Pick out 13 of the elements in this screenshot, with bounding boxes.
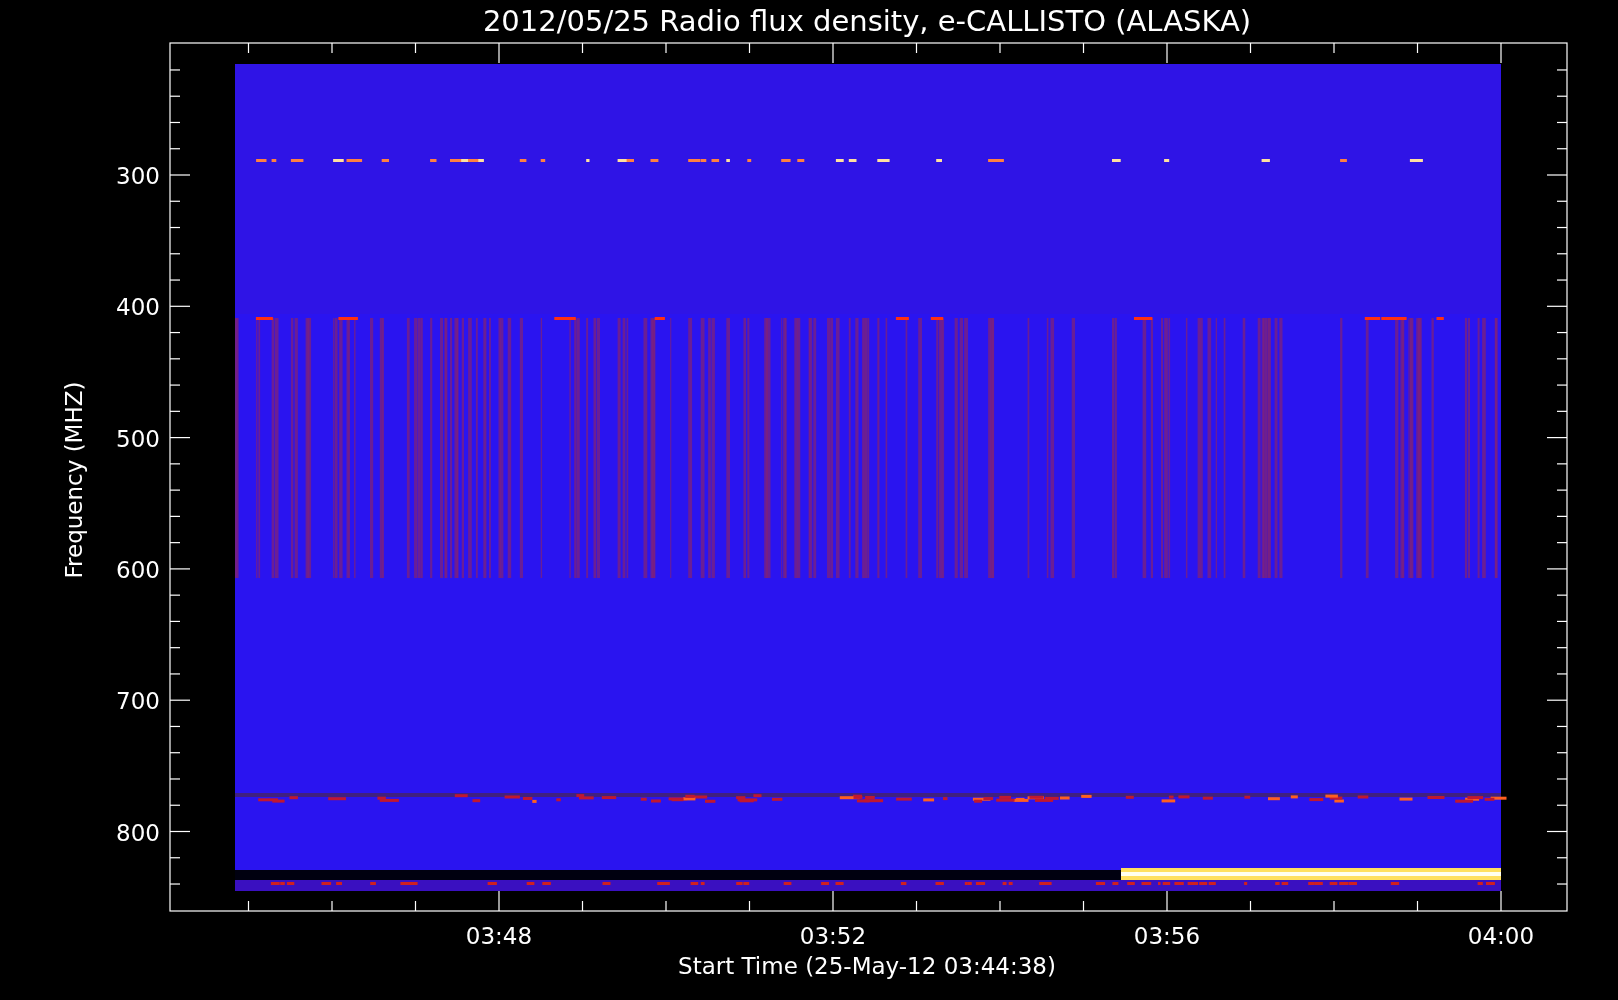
axis-label: Start Time (25-May-12 03:44:38) — [678, 953, 1056, 979]
tick-label: 700 — [116, 688, 160, 715]
tick-label: 03:56 — [1133, 923, 1201, 949]
tick-label: 03:52 — [799, 923, 867, 949]
tick-label: 04:00 — [1467, 923, 1535, 949]
axis-label: Frequency (MHZ) — [61, 381, 87, 579]
plot-title: 2012/05/25 Radio flux density, e-CALLISTO (ALASKA) — [482, 4, 1252, 38]
tick-label: 03:48 — [465, 923, 533, 949]
tick-label: 400 — [116, 294, 160, 321]
tick-label: 500 — [116, 425, 160, 452]
tick-label: 800 — [116, 819, 160, 846]
tick-label: 300 — [116, 163, 160, 189]
tick-label: 600 — [116, 556, 160, 583]
